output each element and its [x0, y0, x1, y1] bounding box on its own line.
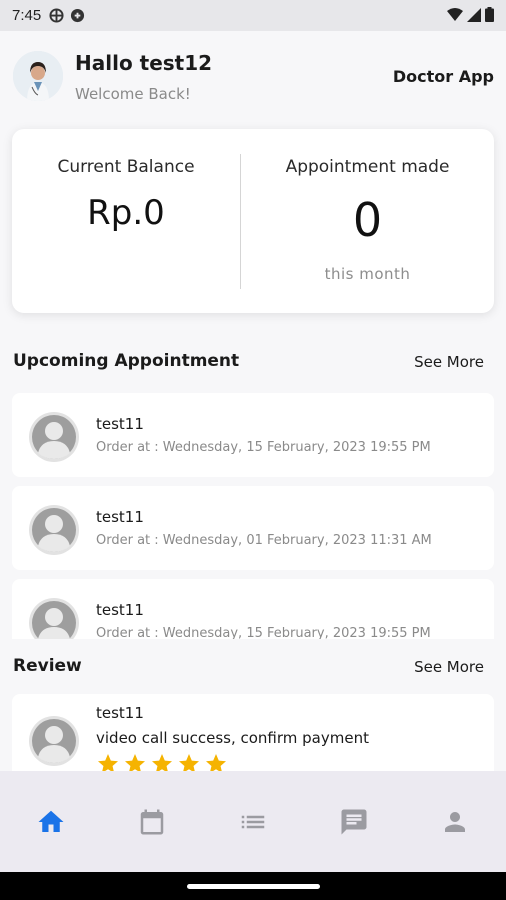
appointment-item[interactable]: test11 Order at : Wednesday, 15 February…: [12, 579, 494, 639]
review-text: video call success, confirm payment: [96, 729, 369, 747]
review-see-more-link[interactable]: See More: [414, 658, 484, 676]
bottom-navigation: [0, 771, 506, 872]
star-icon: [206, 754, 226, 771]
appointment-order-time: Order at : Wednesday, 15 February, 2023 …: [96, 440, 431, 455]
home-gesture-handle[interactable]: [187, 884, 320, 889]
review-item[interactable]: test11 video call success, confirm payme…: [12, 694, 494, 771]
upcoming-see-more-link[interactable]: See More: [414, 353, 484, 371]
nav-profile[interactable]: [405, 771, 506, 872]
system-nav-bar: [0, 872, 506, 900]
review-list[interactable]: test11 video call success, confirm payme…: [0, 694, 506, 771]
balance-value: Rp.0: [87, 193, 165, 233]
appointment-label: Appointment made: [285, 157, 450, 177]
appointment-name: test11: [96, 601, 144, 619]
app-name: Doctor App: [392, 67, 494, 86]
status-bar: 7:45: [0, 0, 506, 31]
appointment-count: 0: [352, 193, 383, 247]
appointment-name: test11: [96, 508, 144, 526]
calendar-icon: [140, 809, 164, 834]
appointment-item[interactable]: test11 Order at : Wednesday, 01 February…: [12, 486, 494, 570]
star-rating: [96, 752, 228, 771]
user-placeholder-icon: [29, 598, 79, 639]
review-title: Review: [13, 656, 82, 676]
person-icon: [445, 811, 466, 832]
review-name: test11: [96, 704, 144, 722]
wifi-icon: [447, 7, 463, 21]
nav-list[interactable]: [202, 771, 303, 872]
avatar[interactable]: [13, 51, 63, 101]
appointment-order-time: Order at : Wednesday, 01 February, 2023 …: [96, 533, 432, 548]
home-icon: [38, 810, 64, 832]
vpn-icon: [49, 8, 64, 23]
nav-calendar[interactable]: [101, 771, 202, 872]
user-placeholder-icon: [29, 505, 79, 555]
chat-icon: [341, 809, 367, 834]
battery-icon: [485, 7, 494, 22]
user-placeholder-icon: [29, 716, 79, 766]
user-placeholder-icon: [29, 412, 79, 462]
game-icon: [71, 8, 85, 23]
nav-home[interactable]: [0, 771, 101, 872]
summary-card: Current Balance Rp.0 Appointment made 0 …: [12, 129, 494, 313]
appointment-order-time: Order at : Wednesday, 15 February, 2023 …: [96, 626, 431, 639]
star-icon: [179, 754, 199, 771]
star-icon: [125, 754, 145, 771]
star-icon: [152, 754, 172, 771]
status-time: 7:45: [12, 7, 42, 24]
nav-chat[interactable]: [304, 771, 405, 872]
upcoming-list[interactable]: test11 Order at : Wednesday, 15 February…: [0, 391, 506, 639]
balance-label: Current Balance: [57, 157, 195, 177]
appointment-item[interactable]: test11 Order at : Wednesday, 15 February…: [12, 393, 494, 477]
upcoming-title: Upcoming Appointment: [13, 351, 240, 371]
welcome-text: Welcome Back!: [75, 85, 191, 103]
appointment-period: this month: [324, 265, 411, 283]
header: Hallo test12 Welcome Back! Doctor App: [13, 45, 494, 107]
star-icon: [98, 754, 118, 771]
signal-icon: [467, 7, 481, 22]
appointment-name: test11: [96, 415, 144, 433]
list-icon: [241, 815, 265, 828]
greeting: Hallo test12: [75, 51, 213, 75]
